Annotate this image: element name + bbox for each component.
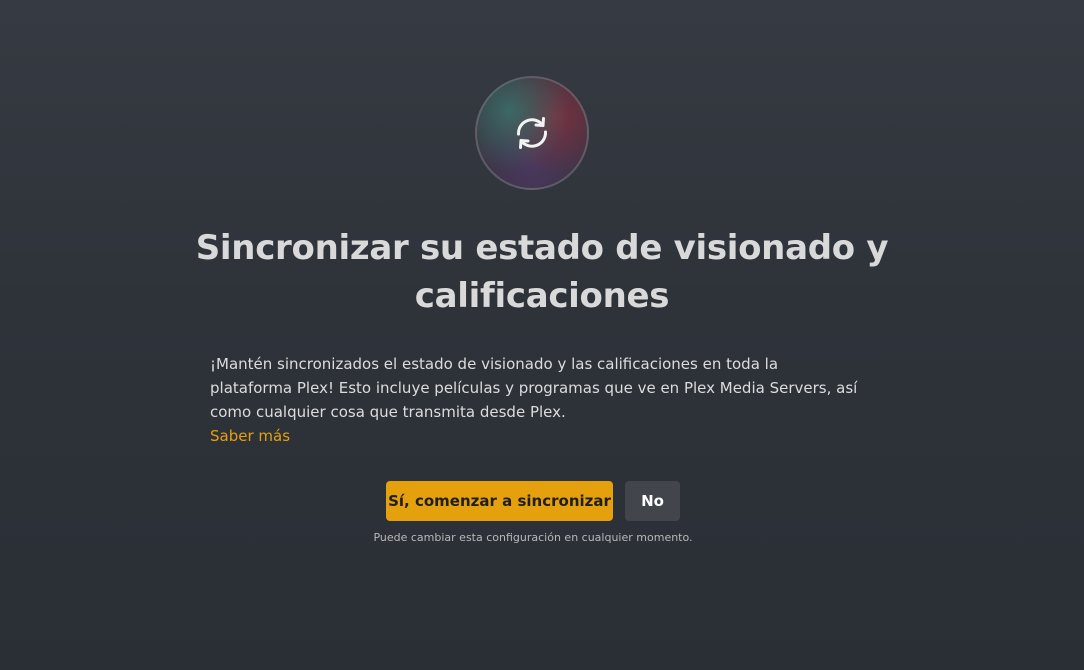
sync-badge	[475, 76, 589, 190]
settings-hint: Puede cambiar esta configuración en cual…	[373, 531, 693, 544]
decline-button[interactable]: No	[625, 481, 680, 521]
page-title: Sincronizar su estado de visionado y cal…	[195, 228, 889, 316]
sync-watch-state-dialog: Sincronizar su estado de visionado y cal…	[0, 0, 1084, 670]
sync-icon	[512, 113, 552, 153]
learn-more-link[interactable]: Saber más	[210, 424, 290, 448]
description-text: ¡Mantén sincronizados el estado de visio…	[210, 355, 858, 421]
start-sync-button[interactable]: Sí, comenzar a sincronizar	[386, 481, 613, 521]
